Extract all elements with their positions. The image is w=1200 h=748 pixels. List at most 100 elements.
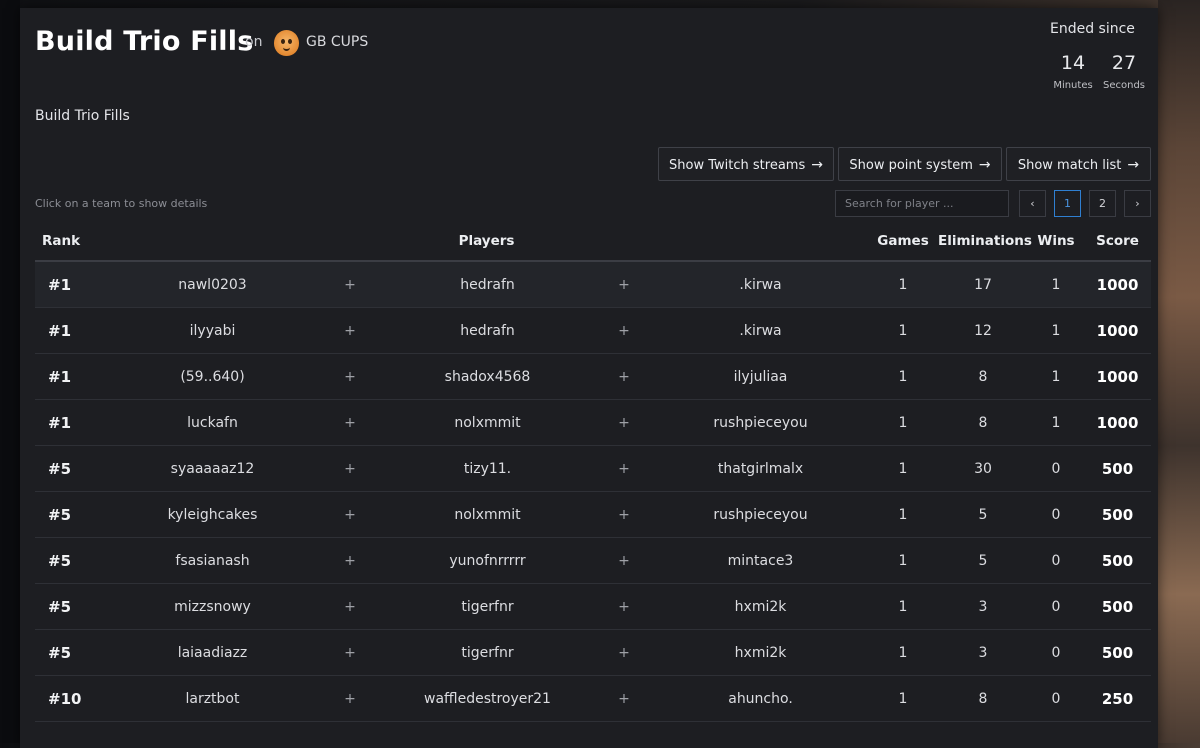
team-rank: #1 [35,307,105,354]
team-rank: #1 [35,353,105,400]
wins-value: 1 [1028,353,1085,400]
wins-value: 1 [1028,399,1085,446]
background-right [1158,0,1200,743]
arrow-right-icon: → [1127,157,1140,173]
show-match-list-label: Show match list [1017,158,1122,173]
show-twitch-streams-label: Show Twitch streams [669,158,806,173]
team-rank: #5 [35,491,105,538]
games-value: 1 [868,307,939,354]
player-name: luckafn [105,399,320,446]
team-row[interactable]: #5 mizzsnowy + tigerfnr + hxmi2k 1 3 0 5… [35,583,1152,630]
team-row[interactable]: #1 ilyyabi + hedrafn + .kirwa 1 12 1 100… [35,307,1152,354]
plus-separator: + [320,445,380,492]
games-value: 1 [868,491,939,538]
team-row[interactable]: #5 kyleighcakes + nolxmmit + rushpieceyo… [35,491,1152,538]
team-rank: #5 [35,583,105,630]
team-details-hint: Click on a team to show details [35,197,208,210]
player-name: shadox4568 [380,353,595,400]
plus-separator: + [595,445,653,492]
games-value: 1 [868,629,939,676]
eliminations-value: 8 [938,353,1029,400]
player-name: ilyjuliaa [653,353,869,400]
score-value: 500 [1084,629,1152,676]
plus-separator: + [595,537,653,584]
organizer-logo-icon[interactable] [274,30,299,56]
countdown-seconds: 27 [1111,52,1137,74]
player-name: rushpieceyou [653,491,869,538]
plus-separator: + [320,537,380,584]
player-name: syaaaaaz12 [105,445,320,492]
page-title: Build Trio Fills [35,26,254,57]
countdown-seconds-label: Seconds [1102,80,1145,91]
show-twitch-streams-button[interactable]: Show Twitch streams → [658,147,834,181]
team-rank: #5 [35,445,105,492]
pagination-page-1[interactable]: 1 [1054,190,1081,217]
wins-value: 0 [1028,537,1085,584]
show-point-system-label: Show point system [849,158,973,173]
games-value: 1 [868,675,939,722]
score-value: 250 [1084,675,1152,722]
plus-separator: + [595,399,653,446]
player-name: fsasianash [105,537,320,584]
wins-value: 0 [1028,491,1085,538]
show-match-list-button[interactable]: Show match list → [1006,147,1151,181]
plus-separator: + [595,491,653,538]
team-row[interactable]: #10 larztbot + waffledestroyer21 + ahunc… [35,675,1152,722]
plus-separator: + [595,629,653,676]
plus-separator: + [595,353,653,400]
arrow-right-icon: → [811,157,823,173]
player-name: larztbot [105,675,320,722]
score-value: 500 [1084,491,1152,538]
team-rank: #5 [35,629,105,676]
player-name: thatgirlmalx [653,445,869,492]
team-row[interactable]: #5 syaaaaaz12 + tizy11. + thatgirlmalx 1… [35,445,1152,492]
team-row[interactable]: #1 (59..640) + shadox4568 + ilyjuliaa 1 … [35,353,1152,400]
player-search-input[interactable] [835,190,1009,217]
games-value: 1 [868,353,939,400]
pagination-prev-button[interactable]: ‹ [1019,190,1046,217]
team-rank: #5 [35,537,105,584]
plus-separator: + [320,583,380,630]
player-name: rushpieceyou [653,399,869,446]
wins-value: 0 [1028,675,1085,722]
pagination-page-2[interactable]: 2 [1089,190,1116,217]
games-value: 1 [868,261,939,308]
tournament-panel: Build Trio Fills on GB CUPS Ended since … [20,8,1158,748]
plus-separator: + [320,261,380,308]
player-name: tigerfnr [380,583,595,630]
organizer-name[interactable]: GB CUPS [306,34,368,50]
team-row[interactable]: #1 nawl0203 + hedrafn + .kirwa 1 17 1 10… [35,261,1152,308]
wins-value: 1 [1028,307,1085,354]
score-value: 1000 [1084,353,1152,400]
table-header-row: Rank Players Games Eliminations Wins Sco… [35,222,1152,262]
pagination-next-button[interactable]: › [1124,190,1151,217]
results-table: Rank Players Games Eliminations Wins Sco… [35,222,1152,722]
score-value: 1000 [1084,399,1152,446]
wins-value: 0 [1028,445,1085,492]
show-point-system-button[interactable]: Show point system → [838,147,1002,181]
plus-separator: + [320,491,380,538]
team-row[interactable]: #1 luckafn + nolxmmit + rushpieceyou 1 8… [35,399,1152,446]
player-name: nolxmmit [380,491,595,538]
team-row[interactable]: #5 fsasianash + yunofnrrrrr + mintace3 1… [35,537,1152,584]
score-value: 1000 [1084,307,1152,354]
games-value: 1 [868,537,939,584]
wins-value: 0 [1028,629,1085,676]
score-value: 500 [1084,445,1152,492]
player-name: tigerfnr [380,629,595,676]
player-name: hxmi2k [653,583,869,630]
score-header: Score [1084,222,1152,262]
plus-separator: + [595,261,653,308]
score-value: 500 [1084,537,1152,584]
player-name: mizzsnowy [105,583,320,630]
event-subtitle: Build Trio Fills [35,108,130,124]
on-label: on [245,34,263,50]
eliminations-value: 5 [938,537,1029,584]
eliminations-value: 17 [938,261,1029,308]
games-value: 1 [868,583,939,630]
background-left [0,0,20,743]
eliminations-value: 12 [938,307,1029,354]
team-row[interactable]: #5 laiaadiazz + tigerfnr + hxmi2k 1 3 0 … [35,629,1152,676]
eliminations-header: Eliminations [938,222,1032,262]
eliminations-value: 8 [938,675,1029,722]
